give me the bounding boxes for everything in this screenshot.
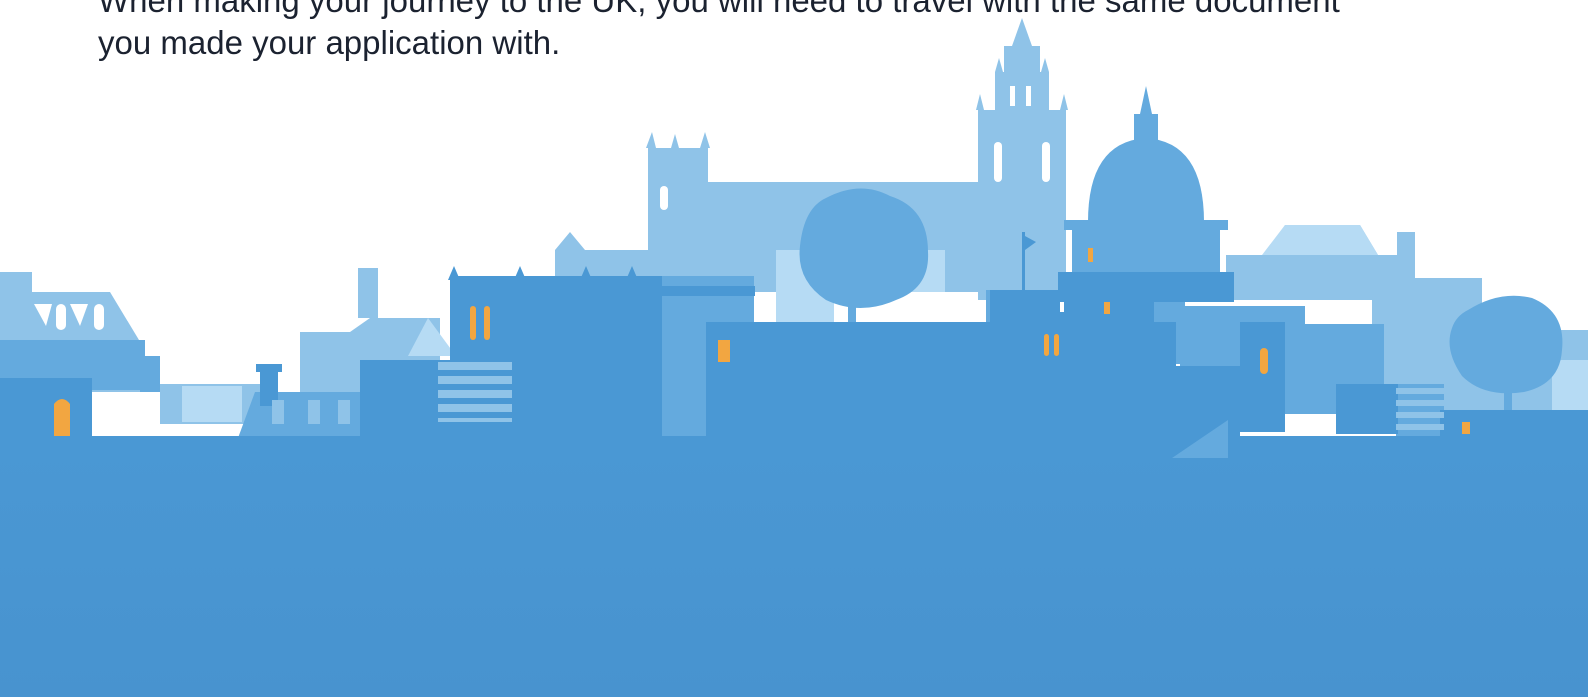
intro-paragraph: When making your journey to the UK, you … xyxy=(98,0,1498,64)
city-skyline-illustration xyxy=(0,18,1588,697)
intro-line-1: When making your journey to the UK, you … xyxy=(98,0,1340,19)
page: When making your journey to the UK, you … xyxy=(0,0,1588,697)
ground xyxy=(0,436,1588,697)
intro-line-2: you made your application with. xyxy=(98,24,561,61)
